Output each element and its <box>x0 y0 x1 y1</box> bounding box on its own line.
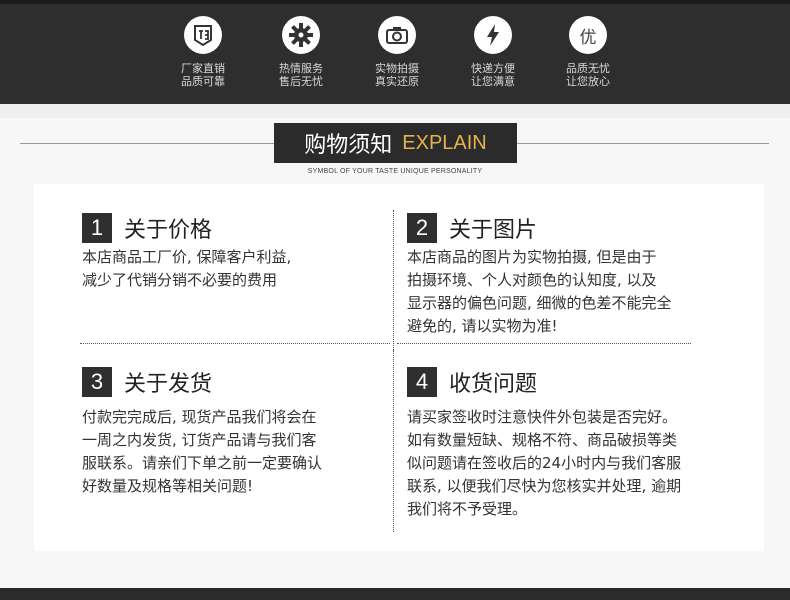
section-text-line: 似问题请在签收后的24小时内与我们客服 <box>407 454 682 472</box>
feature-service: 热情服务 售后无忧 <box>256 16 346 88</box>
section-title: 购物须知 EXPLAIN <box>274 123 517 163</box>
section-number: 1 <box>82 213 112 243</box>
section-text-line: 避免的, 请以实物为准! <box>407 317 558 335</box>
feature-line-2: 售后无忧 <box>279 75 323 88</box>
section-number: 3 <box>82 367 112 397</box>
section-price: 1 关于价格 本店商品工厂价, 保障客户利益, 减少了代销分销不必要的费用 <box>82 212 291 292</box>
feature-line-1: 厂家直销 <box>181 62 225 75</box>
section-text-line: 本店商品工厂价, 保障客户利益, <box>82 248 292 266</box>
notice-card: 1 关于价格 本店商品工厂价, 保障客户利益, 减少了代销分销不必要的费用 2 … <box>34 184 764 551</box>
divider-horizontal-right <box>397 343 691 344</box>
feature-line-1: 品质无忧 <box>566 62 610 75</box>
feature-factory-direct: 厂家直销 品质可靠 <box>158 16 248 88</box>
section-header: 2 关于图片 <box>407 212 672 244</box>
section-text-line: 联系, 以便我们尽快为您核实并处理, 逾期 <box>407 477 682 495</box>
camera-icon <box>378 16 416 54</box>
section-shipping: 3 关于发货 付款完完成后, 现货产品我们将会在 一周之内发货, 订货产品请与我… <box>82 366 322 498</box>
divider-horizontal-left <box>80 343 390 344</box>
feature-real-photo: 实物拍摄 真实还原 <box>352 16 442 88</box>
section-heading: 关于价格 <box>124 218 213 243</box>
section-number: 4 <box>407 367 437 397</box>
feature-line-1: 实物拍摄 <box>375 62 419 75</box>
section-text-line: 好数量及规格等相关问题! <box>82 477 254 495</box>
section-text-line: 我们将不予受理。 <box>407 500 528 518</box>
feature-bar: 厂家直销 品质可靠 热情服务 售后无忧 实物拍摄 真实还原 快递方便 让您满意 … <box>0 0 790 104</box>
section-text-line: 请买家签收时注意快件外包装是否完好。 <box>407 408 678 426</box>
section-text-line: 付款完完成后, 现货产品我们将会在 <box>82 408 317 426</box>
title-rule-right <box>517 143 769 144</box>
section-text-line: 显示器的偏色问题, 细微的色差不能完全 <box>407 294 672 312</box>
feature-line-1: 快递方便 <box>471 62 515 75</box>
feature-line-1: 热情服务 <box>279 62 323 75</box>
feature-line-2: 品质可靠 <box>181 75 225 88</box>
divider-vertical-top <box>393 210 394 360</box>
section-receiving: 4 收货问题 请买家签收时注意快件外包装是否完好。 如有数量短缺、规格不符、商品… <box>407 366 681 521</box>
section-text-line: 服联系。请亲们下单之前一定要确认 <box>82 454 323 472</box>
section-heading: 关于图片 <box>449 218 538 243</box>
divider-vertical-bottom <box>393 350 394 532</box>
title-cn: 购物须知 <box>304 133 393 158</box>
factory-badge-icon <box>184 16 222 54</box>
section-heading: 关于发货 <box>124 372 213 397</box>
lightning-icon <box>474 16 512 54</box>
section-header: 3 关于发货 <box>82 366 322 398</box>
title-subtitle: SYMBOL OF YOUR TASTE UNIQUE PERSONALITY <box>307 168 483 175</box>
section-number: 2 <box>407 213 437 243</box>
feature-line-2: 真实还原 <box>375 75 419 88</box>
feature-express: 快递方便 让您满意 <box>448 16 538 88</box>
feature-line-2: 让您满意 <box>471 75 515 88</box>
quality-char-icon: 优 <box>569 16 607 54</box>
footer-band <box>0 588 790 600</box>
section-text-line: 如有数量短缺、规格不符、商品破损等类 <box>407 431 678 449</box>
gear-icon <box>282 16 320 54</box>
title-en: EXPLAIN <box>402 131 487 154</box>
section-heading: 收货问题 <box>449 372 538 397</box>
section-header: 4 收货问题 <box>407 366 681 398</box>
section-text-line: 拍摄环境、个人对颜色的认知度, 以及 <box>407 271 657 289</box>
title-rule-left <box>20 143 274 144</box>
section-text-line: 本店商品的图片为实物拍摄, 但是由于 <box>407 248 657 266</box>
section-text-line: 减少了代销分销不必要的费用 <box>82 271 278 289</box>
feature-line-2: 让您放心 <box>566 75 610 88</box>
section-text-line: 一周之内发货, 订货产品请与我们客 <box>82 431 317 449</box>
section-header: 1 关于价格 <box>82 212 291 244</box>
feature-quality: 优 品质无忧 让您放心 <box>543 16 633 88</box>
section-photos: 2 关于图片 本店商品的图片为实物拍摄, 但是由于 拍摄环境、个人对颜色的认知度… <box>407 212 672 338</box>
